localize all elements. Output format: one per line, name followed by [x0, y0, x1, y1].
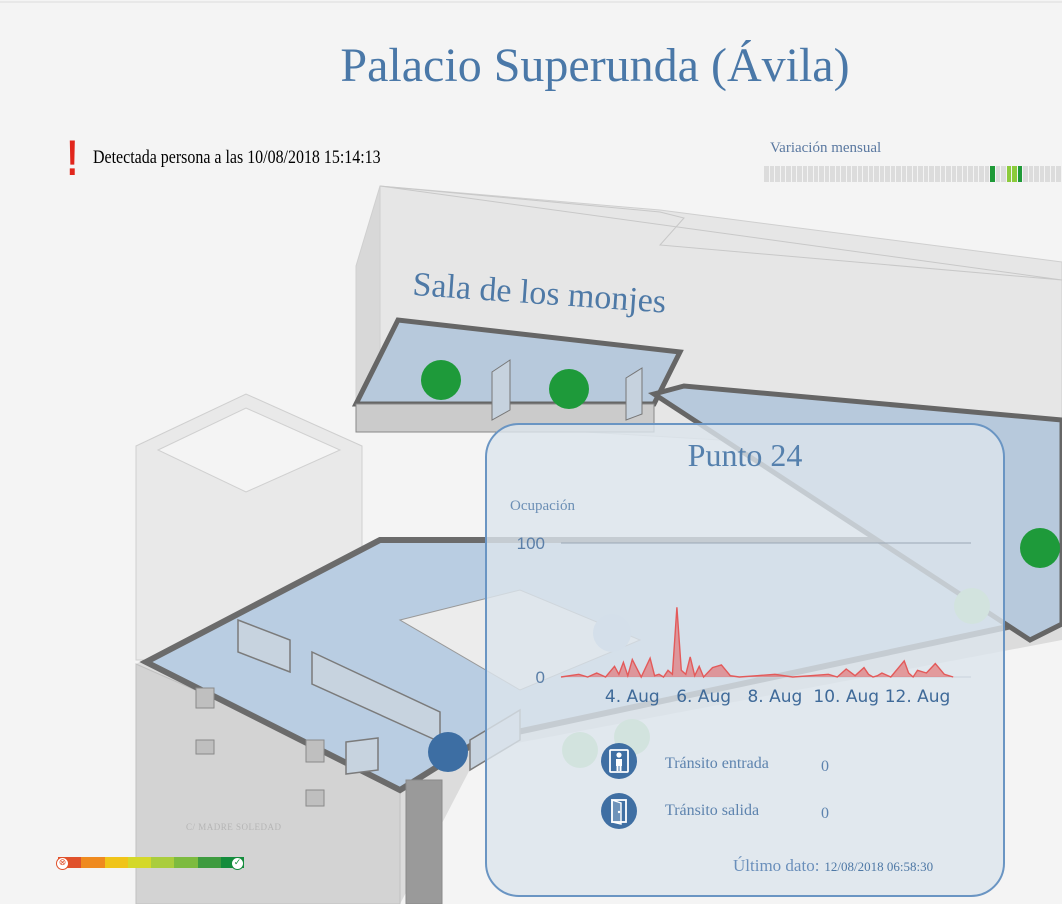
y-tick-label: 0: [536, 668, 545, 687]
last-data-timestamp: 12/08/2018 06:58:30: [824, 859, 934, 874]
panel-title: Punto 24: [687, 437, 803, 473]
alert-banner: ! Detectada persona a las 10/08/2018 15:…: [64, 130, 435, 186]
variation-cell: [1050, 166, 1056, 182]
series-line: [560, 607, 954, 679]
variation-cell: [885, 166, 890, 182]
variation-cell: [775, 166, 780, 182]
variation-cell: [962, 166, 968, 182]
scale-max-icon: ✓: [231, 857, 244, 870]
variation-cell: [934, 166, 940, 182]
variation-cell: [846, 166, 852, 182]
sensor-dot[interactable]: [421, 360, 461, 400]
variation-cell: [879, 166, 885, 182]
scale-segment: [81, 857, 105, 868]
person-entering-icon: [601, 743, 637, 779]
transit-in-value: 0: [821, 758, 829, 775]
variation-cell: [769, 166, 775, 182]
variation-cell: [946, 166, 951, 182]
variation-cell: [802, 166, 808, 182]
x-tick-label: 6. Aug: [676, 687, 731, 707]
variation-cell: [918, 166, 923, 182]
variation-cell: [1023, 166, 1028, 182]
variation-cell: [830, 166, 835, 182]
variation-cell: [813, 166, 819, 182]
x-tick-label: 12. Aug: [885, 687, 951, 707]
last-data-label: Último dato:: [733, 856, 820, 875]
scale-segment: [151, 857, 175, 868]
variation-cell: [797, 166, 802, 182]
variation-cell: [890, 166, 896, 182]
variation-cell: [835, 166, 841, 182]
variation-cell: [973, 166, 979, 182]
transit-out-value: 0: [821, 805, 829, 822]
variation-cell: [1028, 166, 1034, 182]
series-area: [561, 607, 954, 677]
variation-cell: [786, 166, 791, 182]
y-tick-label: 100: [517, 534, 545, 553]
variation-cell: [764, 166, 769, 182]
variation-cell: [780, 166, 786, 182]
variation-cell: [951, 166, 957, 182]
transit-in-label: Tránsito entrada: [665, 755, 769, 772]
street-label: C/ MADRE SOLEDAD: [186, 822, 282, 832]
variation-cell: [907, 166, 912, 182]
monthly-variation-title: Variación mensual: [770, 140, 882, 156]
variation-cell: [929, 166, 934, 182]
variation-cell: [1001, 166, 1006, 182]
door-exit-icon: [601, 793, 637, 829]
transit-out-label: Tránsito salida: [665, 802, 760, 819]
variation-cell: [841, 166, 846, 182]
variation-cell: [791, 166, 797, 182]
x-tick-label: 8. Aug: [747, 687, 802, 707]
variation-cell: [896, 166, 901, 182]
variation-cell: [1056, 166, 1061, 182]
variation-cell: [857, 166, 863, 182]
page-title: Palacio Superunda (Ávila): [340, 39, 850, 92]
alert-text: Detectada persona a las 10/08/2018 15:14…: [92, 147, 381, 168]
occupancy-color-scale: [58, 857, 244, 868]
sensor-dot[interactable]: [549, 369, 589, 409]
variation-cell: [868, 166, 874, 182]
scale-min-icon: ⊗: [56, 857, 69, 870]
exclamation-icon: !: [66, 130, 79, 186]
variation-cell: [819, 166, 824, 182]
last-data: Último dato: 12/08/2018 06:58:30: [733, 856, 933, 876]
scale-segment: [104, 857, 128, 868]
variation-cell: [824, 166, 830, 182]
variation-cell: [940, 166, 946, 182]
x-tick-label: 4. Aug: [605, 687, 660, 707]
variation-cell: [995, 166, 1001, 182]
scale-segment: [197, 857, 221, 868]
variation-cell: [1045, 166, 1050, 182]
sensor-detail-panel: Punto 24 Ocupación 100 0 4. Aug 6. Aug 8. Au…: [485, 423, 1005, 897]
scale-segment: [127, 857, 151, 868]
variation-cell: [1012, 166, 1017, 182]
variation-cell: [1017, 166, 1023, 182]
variation-cell: [990, 166, 995, 182]
occupancy-chart[interactable]: 100 0 4. Aug 6. Aug 8. Aug 10. Aug 12. Aug: [487, 515, 1003, 715]
variation-cell: [968, 166, 973, 182]
variation-cell: [863, 166, 868, 182]
variation-cell: [979, 166, 984, 182]
variation-cell: [874, 166, 879, 182]
variation-cell: [901, 166, 907, 182]
scale-segment: [174, 857, 198, 868]
sensor-dot[interactable]: [1020, 528, 1060, 568]
variation-cell: [957, 166, 962, 182]
variation-cell: [808, 166, 813, 182]
variation-cell: [1006, 166, 1012, 182]
variation-cell: [1034, 166, 1039, 182]
variation-cell: [852, 166, 857, 182]
variation-cell: [984, 166, 990, 182]
variation-cell: [1039, 166, 1045, 182]
variation-cell: [923, 166, 929, 182]
chart-y-axis-label: Ocupación: [510, 498, 575, 514]
monthly-variation-bar: [764, 166, 1062, 182]
variation-cell: [912, 166, 918, 182]
sensor-dot-selected[interactable]: [428, 732, 468, 772]
x-tick-label: 10. Aug: [813, 687, 879, 707]
